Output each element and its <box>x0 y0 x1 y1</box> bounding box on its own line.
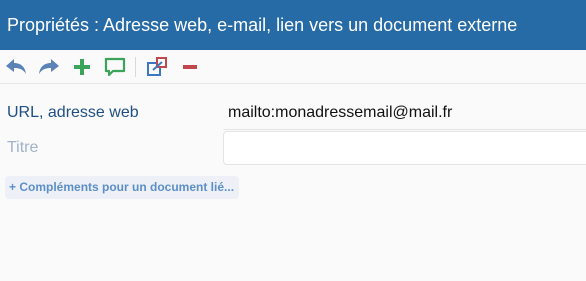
titre-row: Titre <box>0 131 586 165</box>
url-label: URL, adresse web <box>7 104 139 121</box>
url-row: URL, adresse web <box>0 96 586 130</box>
redo-button[interactable] <box>37 55 61 79</box>
properties-window: Propriétés : Adresse web, e-mail, lien v… <box>0 0 586 281</box>
toolbar-separator <box>135 56 136 77</box>
open-external-button[interactable] <box>145 55 169 79</box>
speech-bubble-icon <box>104 57 126 76</box>
toolbar <box>0 50 586 84</box>
remove-button[interactable] <box>178 55 202 79</box>
window-titlebar: Propriétés : Adresse web, e-mail, lien v… <box>0 0 586 50</box>
complements-link[interactable]: + Compléments pour un document lié... <box>5 176 240 199</box>
external-link-icon <box>147 56 167 76</box>
properties-form: URL, adresse web Titre + Compléments pou… <box>0 84 586 280</box>
redo-arrow-icon <box>39 58 59 74</box>
titre-input[interactable] <box>223 131 586 165</box>
titre-label: Titre <box>7 139 39 156</box>
minus-icon <box>183 64 197 69</box>
window-title: Propriétés : Adresse web, e-mail, lien v… <box>7 14 518 35</box>
url-input[interactable] <box>223 96 586 130</box>
undo-arrow-icon <box>6 58 26 74</box>
undo-button[interactable] <box>4 55 28 79</box>
comment-button[interactable] <box>103 55 127 79</box>
add-button[interactable] <box>70 55 94 79</box>
plus-icon <box>74 58 90 75</box>
